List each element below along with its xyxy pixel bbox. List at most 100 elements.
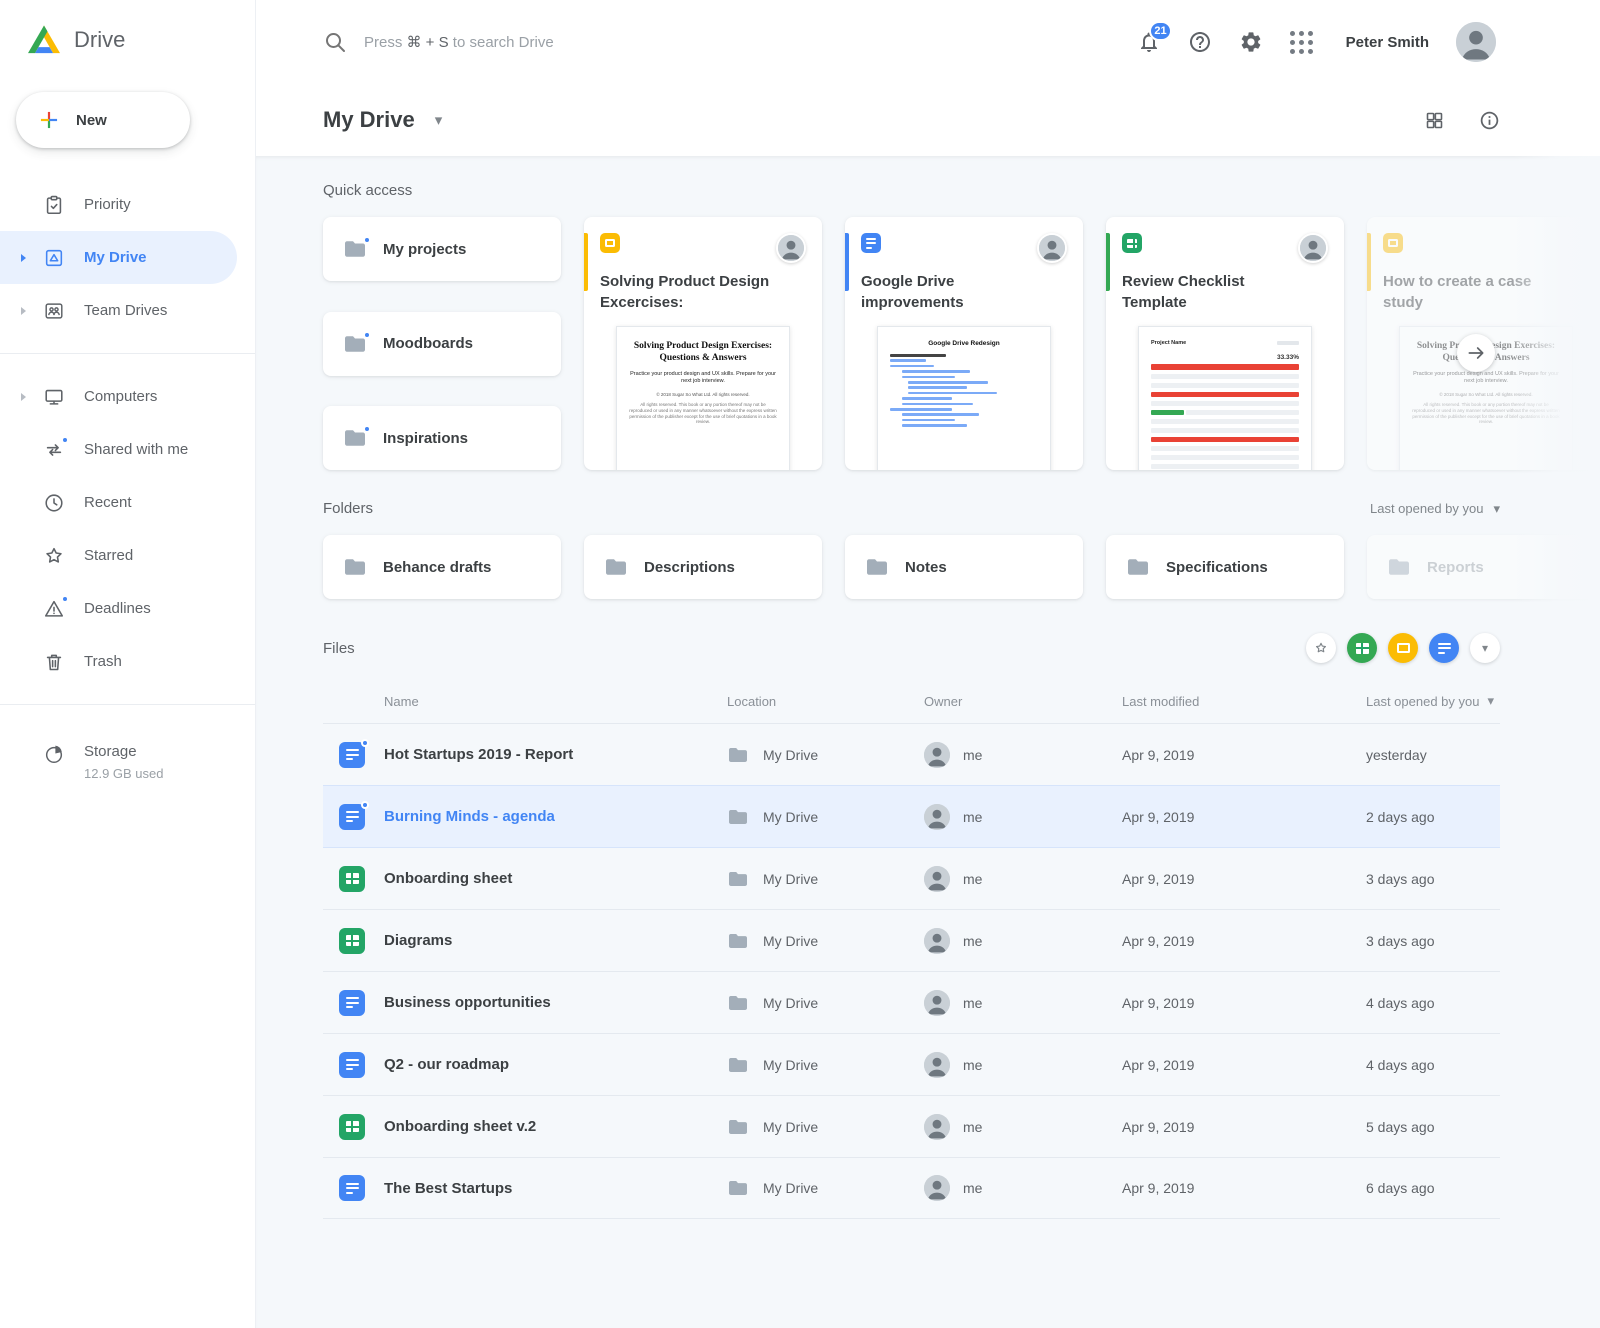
quick-folder-card[interactable]: Moodboards <box>323 312 561 376</box>
file-modified: Apr 9, 2019 <box>1122 933 1366 949</box>
chevron-down-icon[interactable]: ▾ <box>435 111 443 129</box>
quick-file-card[interactable]: Solving Product Design Excercises: Quest… <box>584 217 822 470</box>
sidebar-item-recent[interactable]: Recent <box>0 476 255 529</box>
new-button[interactable]: New <box>16 92 190 148</box>
sheets-icon <box>1356 643 1369 654</box>
expand-caret-icon[interactable] <box>21 254 26 262</box>
quick-folder-card[interactable]: My projects <box>323 217 561 281</box>
sidebar-item-storage[interactable]: Storage 12.9 GB used <box>0 743 255 781</box>
file-owner: me <box>963 1057 982 1073</box>
folder-icon <box>727 808 749 826</box>
help-button[interactable] <box>1188 30 1212 54</box>
folder-card[interactable]: Specifications <box>1106 535 1344 599</box>
file-modified: Apr 9, 2019 <box>1122 1057 1366 1073</box>
info-icon[interactable] <box>1479 110 1500 131</box>
file-name: Business opportunities <box>384 994 551 1011</box>
sidebar-item-trash[interactable]: Trash <box>0 635 255 688</box>
sidebar-nav: Priority My Drive <box>0 178 255 721</box>
search-icon <box>323 30 347 54</box>
docs-icon <box>339 990 365 1016</box>
quick-file-card[interactable]: Review Checklist Template Project Name 3… <box>1106 217 1344 470</box>
column-name: Name <box>323 694 727 709</box>
sidebar-item-label: Computers <box>84 388 157 405</box>
owner-avatar <box>924 928 950 954</box>
folder-card[interactable]: Descriptions <box>584 535 822 599</box>
scroll-right-button[interactable] <box>1457 334 1495 372</box>
file-owner: me <box>963 933 982 949</box>
folder-icon <box>727 932 749 950</box>
table-row[interactable]: Onboarding sheet My Drive me Apr 9, 2019… <box>323 847 1500 909</box>
folder-name: Notes <box>905 559 947 576</box>
sidebar-item-my-drive[interactable]: My Drive <box>0 231 237 284</box>
search-input[interactable]: Press ⌘ + S to search Drive <box>323 30 554 54</box>
page-title: My Drive <box>323 107 415 133</box>
notifications-button[interactable]: 21 <box>1137 30 1161 54</box>
sidebar-item-team-drives[interactable]: Team Drives <box>0 284 255 337</box>
folder-icon <box>727 994 749 1012</box>
table-row[interactable]: Hot Startups 2019 - Report My Drive me A… <box>323 723 1500 785</box>
sidebar-item-label: Priority <box>84 196 131 213</box>
sidebar-divider <box>0 353 255 354</box>
table-header: Name Location Owner Last modified Last o… <box>323 681 1500 723</box>
notification-dot <box>363 331 371 339</box>
table-row[interactable]: Onboarding sheet v.2 My Drive me Apr 9, … <box>323 1095 1500 1157</box>
quick-file-card[interactable]: Google Drive improvements Google Drive R… <box>845 217 1083 470</box>
topbar: Press ⌘ + S to search Drive 21 <box>256 0 1600 84</box>
owner-avatar <box>1037 233 1067 263</box>
drive-logo[interactable]: Drive <box>0 0 255 56</box>
notification-dot <box>61 595 69 603</box>
files-section: Files ▾ Name <box>323 633 1600 1219</box>
file-name: Burning Minds - agenda <box>384 808 555 825</box>
file-location: My Drive <box>763 995 818 1011</box>
folder-card[interactable]: Notes <box>845 535 1083 599</box>
file-location: My Drive <box>763 747 818 763</box>
user-avatar[interactable] <box>1456 22 1496 62</box>
table-row-selected[interactable]: Burning Minds - agenda My Drive me Apr 9… <box>323 785 1500 847</box>
folder-icon <box>727 1056 749 1074</box>
preview-text-lines <box>890 354 1038 427</box>
table-row[interactable]: Q2 - our roadmap My Drive me Apr 9, 2019… <box>323 1033 1500 1095</box>
table-row[interactable]: Diagrams My Drive me Apr 9, 2019 3 days … <box>323 909 1500 971</box>
sidebar-item-deadlines[interactable]: Deadlines <box>0 582 255 635</box>
filter-more-button[interactable]: ▾ <box>1470 633 1500 663</box>
settings-button[interactable] <box>1239 30 1263 54</box>
filter-starred-button[interactable] <box>1306 633 1336 663</box>
file-opened: 4 days ago <box>1366 995 1500 1011</box>
expand-caret-icon[interactable] <box>21 393 26 401</box>
folder-icon <box>343 557 367 577</box>
expand-caret-icon[interactable] <box>21 307 26 315</box>
owner-avatar <box>924 804 950 830</box>
file-location: My Drive <box>763 809 818 825</box>
folders-sort-dropdown[interactable]: Last opened by you ▾ <box>1370 501 1500 517</box>
folder-icon <box>1387 557 1411 577</box>
table-row[interactable]: Business opportunities My Drive me Apr 9… <box>323 971 1500 1033</box>
sidebar-item-priority[interactable]: Priority <box>0 178 255 231</box>
filter-sheets-button[interactable] <box>1347 633 1377 663</box>
folder-name: Reports <box>1427 559 1484 576</box>
sidebar-item-computers[interactable]: Computers <box>0 370 255 423</box>
column-opened-sort[interactable]: Last opened by you ▾ <box>1366 693 1500 709</box>
plus-icon <box>38 109 60 131</box>
table-row[interactable]: The Best Startups My Drive me Apr 9, 201… <box>323 1157 1500 1219</box>
sidebar-item-starred[interactable]: Starred <box>0 529 255 582</box>
grid-view-icon[interactable] <box>1424 110 1445 131</box>
folder-icon <box>604 557 628 577</box>
folder-card[interactable]: Reports <box>1367 535 1600 599</box>
filter-slides-button[interactable] <box>1388 633 1418 663</box>
file-modified: Apr 9, 2019 <box>1122 871 1366 887</box>
folder-icon <box>727 1118 749 1136</box>
team-drives-icon <box>43 300 65 322</box>
docs-icon <box>339 1052 365 1078</box>
apps-grid-icon[interactable] <box>1290 31 1313 54</box>
file-owner: me <box>963 871 982 887</box>
docs-icon <box>339 742 365 768</box>
computer-icon <box>43 386 65 408</box>
sidebar-item-shared-with-me[interactable]: Shared with me <box>0 423 255 476</box>
sidebar-item-label: Deadlines <box>84 600 151 617</box>
owner-avatar <box>924 742 950 768</box>
trash-icon <box>43 651 65 673</box>
folder-card[interactable]: Behance drafts <box>323 535 561 599</box>
file-opened: 2 days ago <box>1366 809 1500 825</box>
filter-docs-button[interactable] <box>1429 633 1459 663</box>
quick-folder-card[interactable]: Inspirations <box>323 406 561 470</box>
